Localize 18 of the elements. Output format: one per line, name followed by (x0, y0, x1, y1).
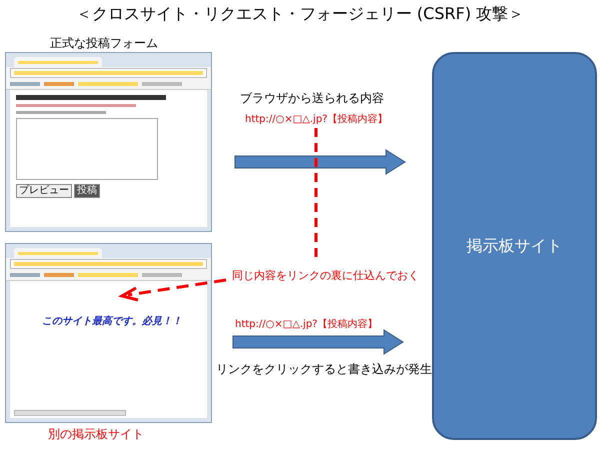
form-label: 正式な投稿フォーム (50, 35, 158, 52)
site-label: 別の掲示板サイト (48, 426, 144, 443)
request-url: http://○×□△.jp?【投稿内容】 (245, 112, 388, 126)
address-bar[interactable] (10, 68, 207, 78)
submit-button[interactable]: 投稿 (74, 184, 100, 198)
flow-caption: ブラウザから送られる内容 (240, 90, 384, 107)
preview-button[interactable]: プレビュー (16, 184, 72, 198)
scrollbar[interactable] (14, 410, 126, 416)
hidden-link-note: 同じ内容をリンクの裏に仕込んでおく (232, 268, 419, 283)
browser-tab[interactable] (14, 57, 102, 67)
bait-link[interactable]: このサイト最高です。必見！！ (42, 314, 201, 328)
diagram-title: ＜クロスサイト・リクエスト・フォージェリー (CSRF) 攻撃＞ (74, 4, 526, 25)
request-url: http://○×□△.jp?【投稿内容】 (235, 318, 378, 331)
address-bar[interactable] (10, 259, 207, 269)
comment-field[interactable] (16, 118, 158, 180)
server-box: 掲示板サイト (432, 52, 597, 440)
flow-caption: リンクをクリックすると書き込みが発生 (216, 361, 432, 378)
browser-tab[interactable] (14, 248, 102, 258)
